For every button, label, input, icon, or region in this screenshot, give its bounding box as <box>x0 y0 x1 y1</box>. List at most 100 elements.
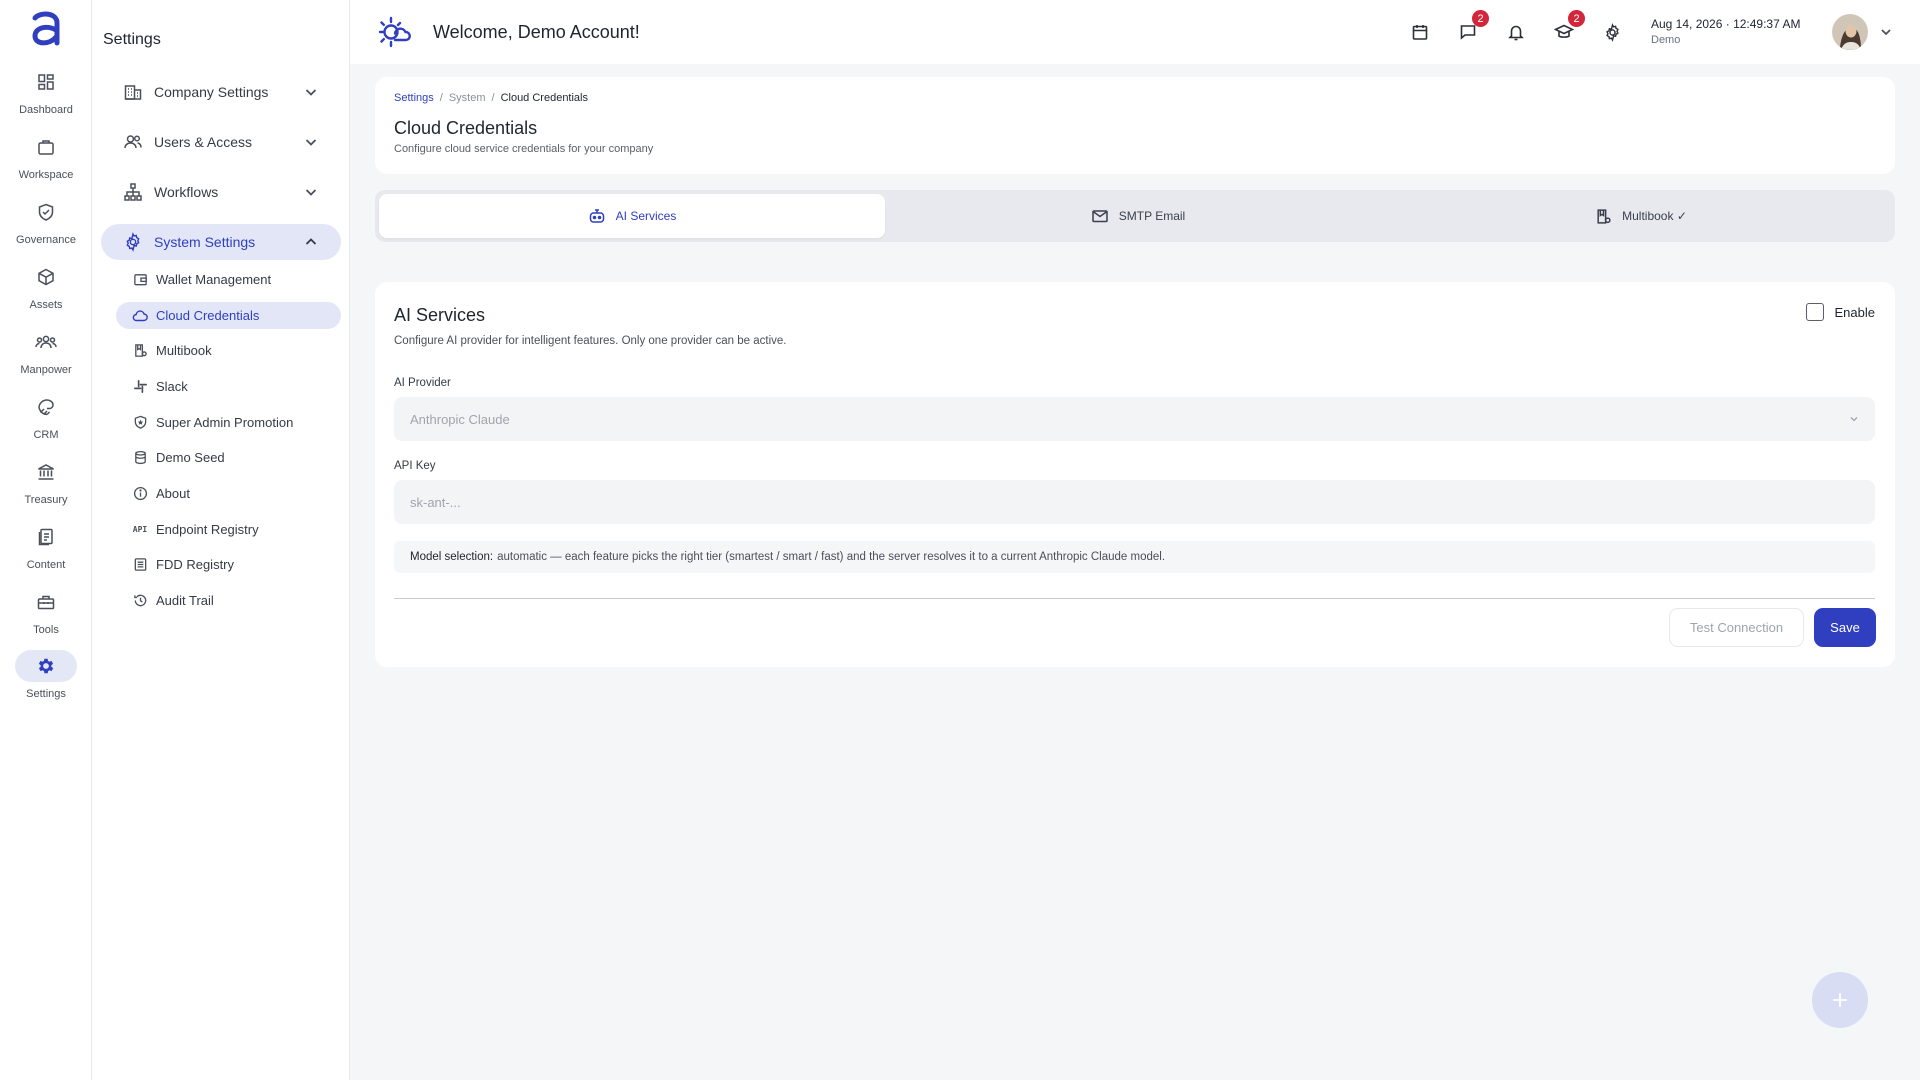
breadcrumb-settings[interactable]: Settings <box>394 92 434 104</box>
rail-label: Manpower <box>20 364 72 376</box>
api-icon: API <box>132 525 148 534</box>
sidebar-item-about[interactable]: About <box>116 480 341 507</box>
tab-multibook[interactable]: Multibook ✓ <box>1391 194 1891 238</box>
add-button[interactable] <box>1812 972 1868 1028</box>
tenant-name: Demo <box>1651 34 1681 46</box>
messages-button[interactable]: 2 <box>1456 10 1489 44</box>
chevron-down-icon <box>301 182 321 202</box>
sidebar-item-label: Audit Trail <box>156 593 214 608</box>
sidebar-group-label: Workflows <box>154 184 219 200</box>
rail-label: Assets <box>29 299 63 311</box>
messages-badge: 2 <box>1472 10 1489 27</box>
sidebar-item-audit-trail[interactable]: Audit Trail <box>116 587 341 614</box>
hierarchy-icon <box>122 181 144 203</box>
tab-label: AI Services <box>615 209 677 223</box>
sidebar-group-system-settings[interactable]: System Settings <box>101 224 341 260</box>
history-icon <box>132 593 148 609</box>
sidebar-item-label: Multibook <box>156 343 212 358</box>
database-icon <box>132 450 148 466</box>
plus-icon <box>1831 991 1849 1009</box>
current-date: Aug 14, 2026 · <box>1651 17 1734 31</box>
tab-ai-services[interactable]: AI Services <box>379 194 885 238</box>
api-key-input[interactable]: sk-ant-... <box>394 480 1875 524</box>
rail-item-governance[interactable]: Governance <box>0 196 92 256</box>
rail-item-crm[interactable]: CRM <box>0 391 92 451</box>
enable-checkbox[interactable] <box>1805 303 1824 321</box>
sidebar-item-label: Demo Seed <box>156 450 225 465</box>
ai-provider-label: AI Provider <box>394 377 451 389</box>
sidebar-item-super-admin-promotion[interactable]: Super Admin Promotion <box>116 409 341 436</box>
breadcrumb-current: Cloud Credentials <box>500 92 588 104</box>
chevron-up-icon <box>301 232 321 252</box>
sidebar-group-users-access[interactable]: Users & Access <box>101 124 341 160</box>
ai-provider-select[interactable]: Anthropic Claude <box>394 397 1875 441</box>
notifications-button[interactable] <box>1504 20 1528 44</box>
credential-tabs: AI Services SMTP Email Multibook ✓ <box>375 190 1895 242</box>
rail-item-treasury[interactable]: Treasury <box>0 456 92 516</box>
sidebar-item-endpoint-registry[interactable]: API Endpoint Registry <box>116 516 341 543</box>
briefcase-icon <box>15 131 77 163</box>
sidebar-item-fdd-registry[interactable]: FDD Registry <box>116 551 341 578</box>
sidebar-group-label: Company Settings <box>154 84 269 100</box>
rail-item-manpower[interactable]: Manpower <box>0 326 92 386</box>
sidebar-item-multibook[interactable]: Multibook <box>116 337 341 364</box>
tab-label: Multibook ✓ <box>1622 209 1687 223</box>
learning-badge: 2 <box>1568 10 1585 27</box>
rail-item-content[interactable]: Content <box>0 521 92 581</box>
tab-smtp-email[interactable]: SMTP Email <box>885 194 1391 238</box>
rail-item-tools[interactable]: Tools <box>0 586 92 646</box>
chevron-down-icon <box>301 82 321 102</box>
rail-label: Settings <box>26 688 66 700</box>
book-icon <box>132 343 148 359</box>
breadcrumb: Settings / System / Cloud Credentials <box>394 92 588 104</box>
account-menu-chevron[interactable] <box>1876 22 1896 42</box>
breadcrumb-separator: / <box>439 92 443 104</box>
breadcrumb-separator: / <box>491 92 495 104</box>
shield-star-icon <box>132 415 148 431</box>
dashboard-icon <box>15 66 77 98</box>
settings-button[interactable] <box>1600 20 1624 44</box>
app-rail: Dashboard Workspace Governance Assets Ma… <box>0 0 92 1080</box>
ai-provider-value: Anthropic Claude <box>410 411 510 427</box>
rail-item-workspace[interactable]: Workspace <box>0 131 92 191</box>
sidebar-group-label: System Settings <box>154 234 256 250</box>
robot-icon <box>588 207 606 225</box>
sidebar-group-company-settings[interactable]: Company Settings <box>101 74 341 110</box>
sidebar-item-label: Wallet Management <box>156 272 272 287</box>
page-subtitle: Configure cloud service credentials for … <box>394 143 654 155</box>
rail-label: Governance <box>16 234 76 246</box>
rail-item-assets[interactable]: Assets <box>0 261 92 321</box>
section-description: Configure AI provider for intelligent fe… <box>394 335 787 347</box>
app-logo[interactable] <box>28 10 64 48</box>
document-icon <box>15 521 77 553</box>
save-button[interactable]: Save <box>1814 608 1876 647</box>
sidebar-item-wallet-management[interactable]: Wallet Management <box>116 266 341 293</box>
welcome-message: Welcome, Demo Account! <box>433 22 640 42</box>
breadcrumb-system[interactable]: System <box>449 92 486 104</box>
rail-item-dashboard[interactable]: Dashboard <box>0 66 92 126</box>
sidebar-item-label: Super Admin Promotion <box>156 415 294 430</box>
sidebar-item-cloud-credentials[interactable]: Cloud Credentials <box>116 302 341 329</box>
gear-icon <box>15 650 77 682</box>
model-selection-note: Model selection: automatic — each featur… <box>394 541 1875 573</box>
current-datetime: Aug 14, 2026 · 12:49:37 AM <box>1651 17 1800 31</box>
calendar-button[interactable] <box>1408 20 1432 44</box>
avatar[interactable] <box>1832 14 1868 50</box>
sidebar-item-slack[interactable]: Slack <box>116 373 341 400</box>
test-connection-button[interactable]: Test Connection <box>1669 608 1804 647</box>
sidebar-item-label: Endpoint Registry <box>156 522 259 537</box>
sidebar-item-demo-seed[interactable]: Demo Seed <box>116 444 341 471</box>
rail-item-settings[interactable]: Settings <box>0 650 92 710</box>
sidebar-item-label: FDD Registry <box>156 557 235 572</box>
enable-label: Enable <box>1834 304 1875 320</box>
sidebar-item-label: Cloud Credentials <box>156 308 260 323</box>
chat-icon <box>1459 23 1477 41</box>
bell-icon <box>1507 23 1525 41</box>
rail-label: Workspace <box>18 169 74 181</box>
gear-icon <box>1603 22 1622 42</box>
info-icon <box>132 486 148 502</box>
users-icon <box>122 131 144 153</box>
enable-toggle[interactable]: Enable <box>1805 303 1875 321</box>
sidebar-group-workflows[interactable]: Workflows <box>101 174 341 210</box>
learning-button[interactable]: 2 <box>1552 10 1585 44</box>
